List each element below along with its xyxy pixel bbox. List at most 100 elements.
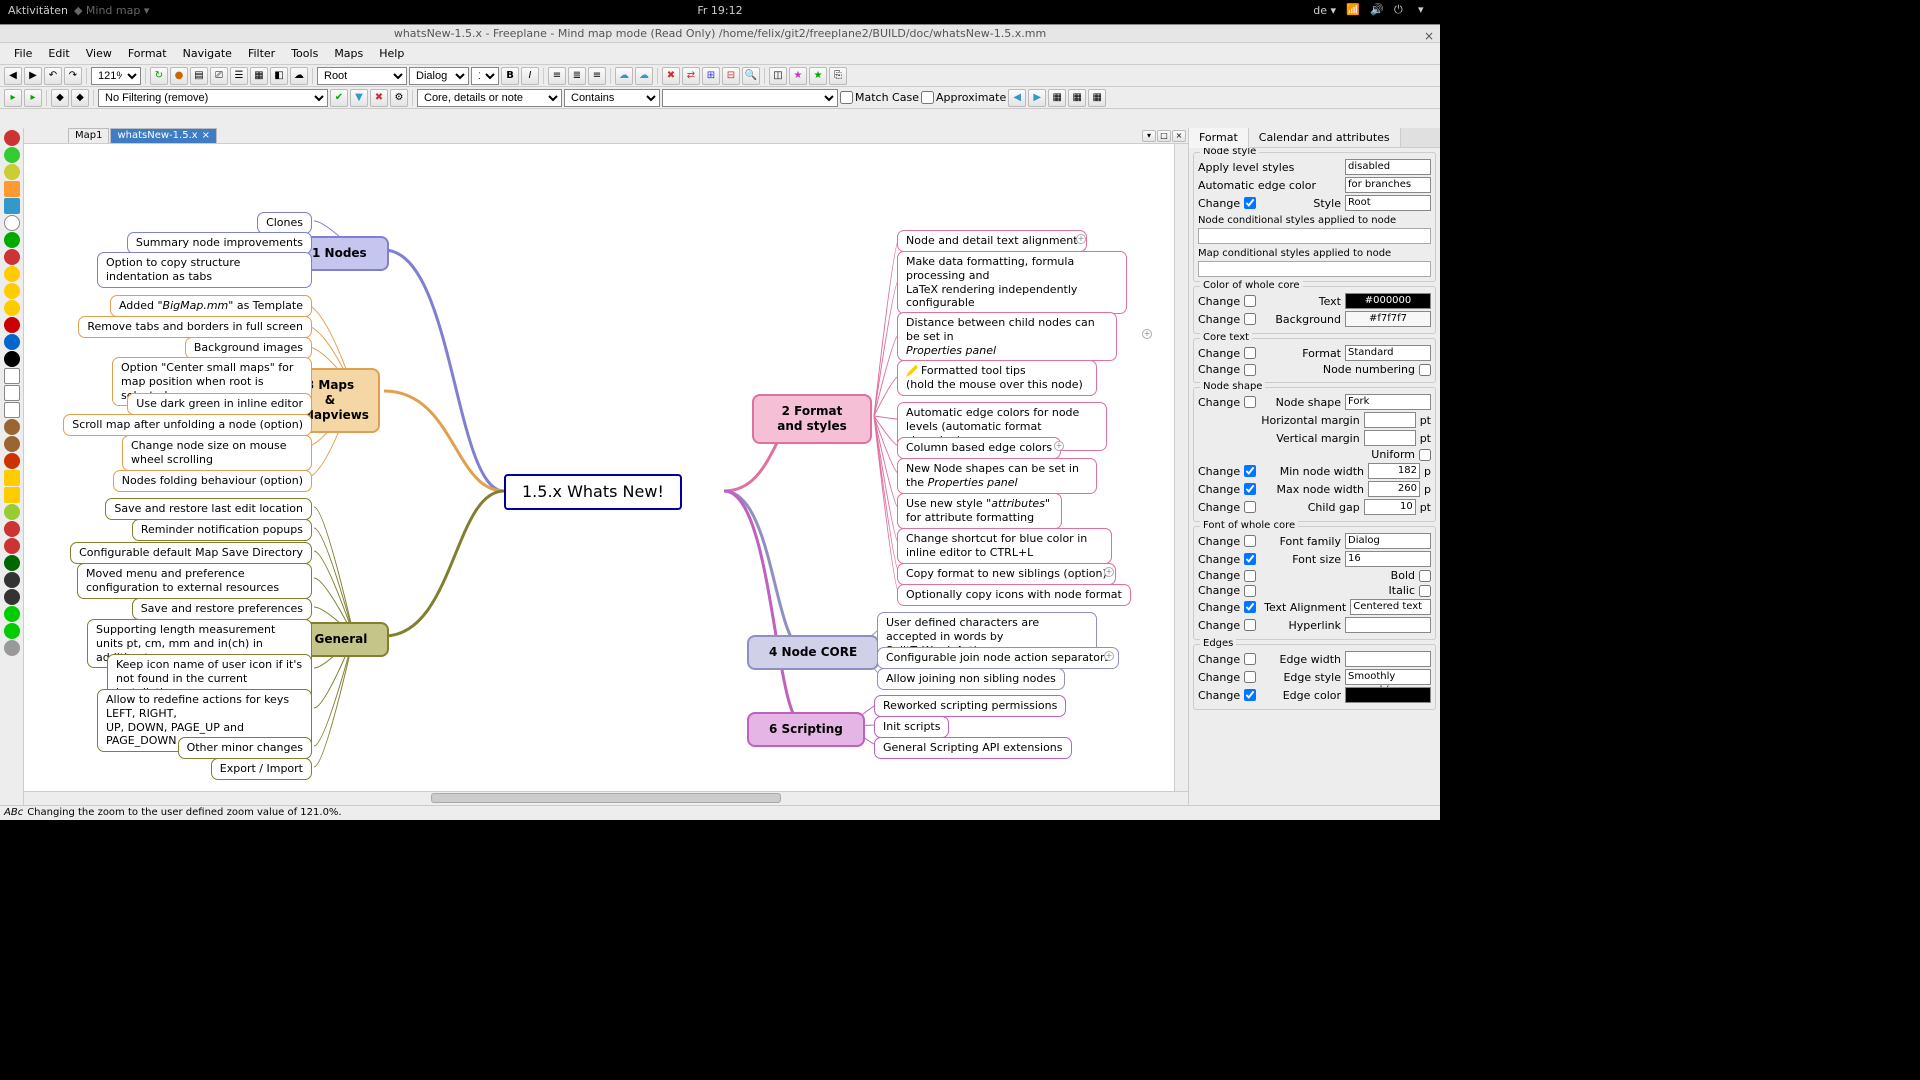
- swatch-text[interactable]: #000000: [1345, 293, 1431, 309]
- chk-shape[interactable]: [1244, 396, 1256, 408]
- chk-gap[interactable]: [1244, 501, 1256, 513]
- chk-es[interactable]: [1244, 671, 1256, 683]
- val-ew[interactable]: [1345, 651, 1431, 667]
- swatch-bg[interactable]: #f7f7f7: [1345, 311, 1431, 327]
- find5-icon[interactable]: ▦: [1088, 89, 1106, 107]
- val-vmargin[interactable]: [1364, 430, 1416, 446]
- filter-select[interactable]: No Filtering (remove): [98, 89, 328, 107]
- find1-icon[interactable]: ◀: [1008, 89, 1026, 107]
- menu-navigate[interactable]: Navigate: [175, 45, 240, 62]
- tb-c-icon[interactable]: ▤: [190, 67, 208, 85]
- li-20-icon[interactable]: [4, 453, 20, 469]
- val-hyper[interactable]: [1345, 617, 1431, 633]
- f7-icon[interactable]: ✖: [370, 89, 388, 107]
- li-13-icon[interactable]: [4, 334, 20, 350]
- li-7-icon[interactable]: [4, 232, 20, 248]
- li-6-icon[interactable]: [4, 215, 20, 231]
- n6-child[interactable]: Reworked scripting permissions: [874, 695, 1066, 717]
- n5-child[interactable]: Export / Import: [211, 758, 312, 780]
- chk-format[interactable]: [1244, 347, 1256, 359]
- chk-hyper[interactable]: [1244, 619, 1256, 631]
- menu-tools[interactable]: Tools: [283, 45, 326, 62]
- find2-icon[interactable]: ▶: [1028, 89, 1046, 107]
- menu-edit[interactable]: Edit: [40, 45, 77, 62]
- n2-child[interactable]: Node and detail text alignment: [897, 230, 1087, 252]
- n2-child[interactable]: Use new style "attributes" for attribute…: [897, 493, 1062, 529]
- li-17-icon[interactable]: [4, 402, 20, 418]
- tb-g-icon[interactable]: ◧: [270, 67, 288, 85]
- li-5-icon[interactable]: [4, 198, 20, 214]
- menu-caret-icon[interactable]: ▾: [1418, 3, 1432, 17]
- n3-child[interactable]: Scroll map after unfolding a node (optio…: [63, 414, 312, 436]
- tx7-icon[interactable]: ★: [789, 67, 807, 85]
- panel-max-icon[interactable]: □: [1157, 130, 1171, 142]
- val-format[interactable]: Standard: [1345, 345, 1431, 361]
- li-12-icon[interactable]: [4, 317, 20, 333]
- chk-nnum-val[interactable]: [1419, 364, 1431, 376]
- value-select[interactable]: [662, 89, 838, 107]
- li-11-icon[interactable]: [4, 300, 20, 316]
- zoom-select[interactable]: 121%: [91, 67, 141, 85]
- tab-active[interactable]: whatsNew-1.5.x×: [110, 128, 217, 143]
- chk-bold[interactable]: [1244, 570, 1256, 582]
- tb-f-icon[interactable]: ▦: [250, 67, 268, 85]
- n3-child[interactable]: Change node size on mouse wheel scrollin…: [122, 435, 312, 471]
- expand-icon[interactable]: +: [1104, 567, 1114, 577]
- redo-icon[interactable]: ↷: [64, 67, 82, 85]
- val-align[interactable]: Centered text: [1350, 599, 1431, 615]
- chk-italic-v[interactable]: [1419, 585, 1431, 597]
- val-fs[interactable]: 16: [1345, 551, 1431, 567]
- fontsize-select[interactable]: 16: [471, 67, 499, 85]
- n1-child[interactable]: Option to copy structure indentation as …: [97, 252, 312, 288]
- chk-bold-v[interactable]: [1419, 570, 1431, 582]
- cloud2-icon[interactable]: ☁: [635, 67, 653, 85]
- tx8-icon[interactable]: ★: [809, 67, 827, 85]
- expand-icon[interactable]: +: [1104, 651, 1114, 661]
- tx3-icon[interactable]: ⊞: [702, 67, 720, 85]
- tb-e-icon[interactable]: ☰: [230, 67, 248, 85]
- approximate-checkbox[interactable]: Approximate: [921, 91, 1006, 104]
- n6-child[interactable]: Init scripts: [874, 716, 949, 738]
- val-maxw[interactable]: 260: [1368, 481, 1420, 497]
- val-minw[interactable]: 182: [1368, 463, 1420, 479]
- cloud-icon[interactable]: ☁: [615, 67, 633, 85]
- f8-icon[interactable]: ⚙: [390, 89, 408, 107]
- tx1-icon[interactable]: ✖: [662, 67, 680, 85]
- n3-child[interactable]: Background images: [185, 337, 312, 359]
- tx9-icon[interactable]: ⎘: [829, 67, 847, 85]
- n3-child[interactable]: Remove tabs and borders in full screen: [78, 316, 312, 338]
- li-30-icon[interactable]: [4, 623, 20, 639]
- undo-icon[interactable]: ↶: [44, 67, 62, 85]
- val-es[interactable]: Smoothly curved (: [1345, 669, 1431, 685]
- chk-uniform[interactable]: [1419, 449, 1431, 461]
- tx4-icon[interactable]: ⊟: [722, 67, 740, 85]
- n3-child[interactable]: Use dark green in inline editor: [127, 393, 312, 415]
- li-3-icon[interactable]: [4, 164, 20, 180]
- val-shape[interactable]: Fork: [1345, 394, 1431, 410]
- lang-indicator[interactable]: de ▾: [1313, 4, 1336, 17]
- volume-icon[interactable]: 🔊: [1370, 3, 1384, 17]
- n5-child[interactable]: Configurable default Map Save Directory: [70, 542, 312, 564]
- italic-icon[interactable]: I: [521, 67, 539, 85]
- nav-fwd-icon[interactable]: ▶: [24, 67, 42, 85]
- menu-view[interactable]: View: [78, 45, 120, 62]
- li-16-icon[interactable]: [4, 385, 20, 401]
- val-gap[interactable]: 10: [1364, 499, 1416, 515]
- n6-child[interactable]: General Scripting API extensions: [874, 737, 1072, 759]
- chk-nnum[interactable]: [1244, 364, 1256, 376]
- chk-fs[interactable]: [1244, 553, 1256, 565]
- n5-child[interactable]: Save and restore preferences: [132, 598, 312, 620]
- n1-child[interactable]: Clones: [257, 212, 312, 234]
- li-9-icon[interactable]: [4, 266, 20, 282]
- cond-select[interactable]: Contains: [564, 89, 660, 107]
- menu-help[interactable]: Help: [371, 45, 412, 62]
- li-15-icon[interactable]: [4, 368, 20, 384]
- chk-ff[interactable]: [1244, 535, 1256, 547]
- panel-min-icon[interactable]: ▾: [1142, 130, 1156, 142]
- n5-child[interactable]: Other minor changes: [178, 737, 312, 759]
- menu-file[interactable]: File: [6, 45, 40, 62]
- root-node[interactable]: 1.5.x Whats New!: [504, 474, 682, 510]
- tab-calendar[interactable]: Calendar and attributes: [1249, 128, 1401, 147]
- menu-maps[interactable]: Maps: [326, 45, 371, 62]
- n2-child[interactable]: Copy format to new siblings (option): [897, 563, 1116, 585]
